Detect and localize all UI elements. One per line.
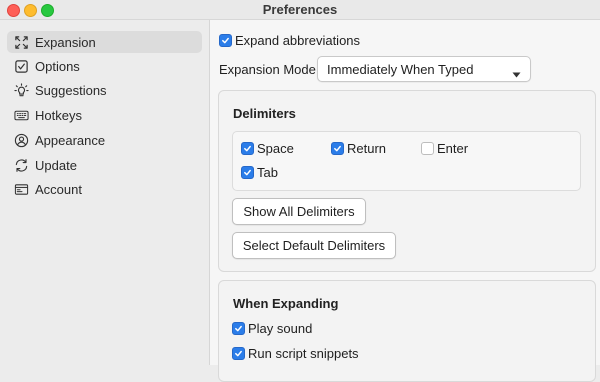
when-expanding-title: When Expanding — [233, 296, 339, 311]
checkbox-label: Play sound — [248, 321, 313, 336]
sidebar-item-label: Update — [35, 157, 77, 173]
checkbox-icon — [13, 58, 29, 74]
delimiter-tab-checkbox[interactable]: Tab — [241, 165, 278, 180]
delimiters-title: Delimiters — [233, 106, 296, 121]
main-content: Expand abbreviations Expansion Mode: Imm… — [210, 20, 600, 382]
id-card-icon — [13, 181, 29, 197]
checkbox-checked[interactable] — [219, 34, 232, 47]
select-default-delimiters-button[interactable]: Select Default Delimiters — [232, 232, 396, 259]
title-bar: Preferences — [0, 0, 600, 20]
run-script-snippets-checkbox[interactable]: Run script snippets — [232, 346, 359, 361]
sidebar-item-hotkeys[interactable]: Hotkeys — [7, 104, 202, 126]
lightbulb-icon — [13, 82, 29, 98]
expand-arrows-icon — [13, 34, 29, 50]
refresh-icon — [13, 157, 29, 173]
checkbox-label: Run script snippets — [248, 346, 359, 361]
sidebar-item-expansion[interactable]: Expansion — [7, 31, 202, 53]
play-sound-checkbox[interactable]: Play sound — [232, 321, 312, 336]
sidebar-item-update[interactable]: Update — [7, 154, 202, 176]
keyboard-icon — [13, 107, 29, 123]
delimiter-space-checkbox[interactable]: Space — [241, 141, 294, 156]
sidebar-item-appearance[interactable]: Appearance — [7, 129, 202, 151]
sidebar-item-label: Expansion — [35, 34, 96, 50]
sidebar: Expansion Options Suggestions Hotkeys Ap… — [0, 20, 210, 365]
checkbox-label: Tab — [257, 165, 278, 180]
delimiter-enter-checkbox[interactable]: Enter — [421, 141, 468, 156]
expand-abbreviations-checkbox[interactable]: Expand abbreviations — [219, 33, 360, 48]
sidebar-item-label: Suggestions — [35, 82, 107, 98]
sidebar-item-label: Appearance — [35, 132, 106, 148]
show-all-delimiters-button[interactable]: Show All Delimiters — [232, 198, 366, 225]
checkbox-checked[interactable] — [241, 166, 254, 179]
delimiter-return-checkbox[interactable]: Return — [331, 141, 386, 156]
expansion-mode-label: Expansion Mode: — [219, 62, 320, 77]
checkbox-label: Enter — [437, 141, 469, 156]
when-expanding-panel: When Expanding Play sound Run script sni… — [218, 280, 596, 382]
preferences-window: Preferences Expansion Options Suggestion… — [0, 0, 600, 382]
sidebar-item-suggestions[interactable]: Suggestions — [7, 79, 202, 101]
delimiters-panel: Delimiters Space Return Enter Tab Show A… — [218, 90, 596, 272]
checkbox-label: Return — [347, 141, 387, 156]
chevron-down-icon — [512, 66, 521, 81]
sidebar-item-label: Hotkeys — [35, 107, 82, 123]
checkbox-unchecked[interactable] — [421, 142, 434, 155]
delimiters-list: Space Return Enter Tab — [232, 131, 581, 191]
checkbox-checked[interactable] — [232, 347, 245, 360]
checkbox-label: Space — [257, 141, 294, 156]
checkbox-checked[interactable] — [241, 142, 254, 155]
sidebar-item-label: Options — [35, 58, 80, 74]
window-title: Preferences — [262, 2, 338, 17]
expansion-mode-value: Immediately When Typed — [327, 61, 474, 77]
sidebar-item-account[interactable]: Account — [7, 178, 202, 200]
sidebar-item-options[interactable]: Options — [7, 55, 202, 77]
sidebar-item-label: Account — [35, 181, 82, 197]
checkbox-label: Expand abbreviations — [235, 33, 361, 48]
checkbox-checked[interactable] — [331, 142, 344, 155]
checkbox-checked[interactable] — [232, 322, 245, 335]
person-circle-icon — [13, 132, 29, 148]
expansion-mode-select[interactable]: Immediately When Typed — [317, 56, 531, 82]
